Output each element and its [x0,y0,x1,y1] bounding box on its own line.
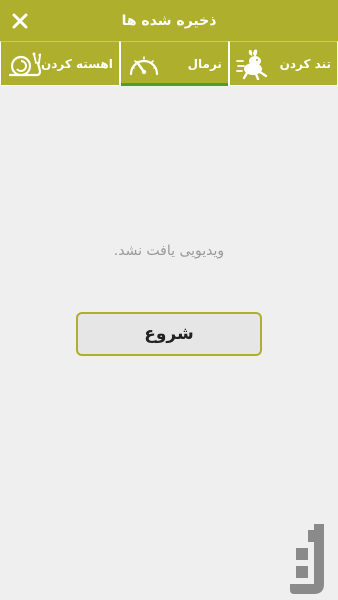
speedometer-icon [127,47,161,81]
close-button[interactable] [8,9,32,33]
empty-state-message: ویدیویی یافت نشد. [113,243,225,259]
page-title: ذخیره شده ها [121,12,217,29]
tab-fast-label: تند کردن [279,56,331,71]
tab-fast[interactable]: تند کردن [228,41,338,86]
tab-slow-label: اهسته کردن [41,56,113,71]
snail-icon [7,47,41,81]
tab-normal-label: نرمال [187,56,222,71]
start-button[interactable]: شروع [76,312,262,356]
close-icon [12,13,28,29]
bazaar-logo-icon [286,522,332,596]
tab-slow[interactable]: اهسته کردن [0,41,120,86]
tab-normal[interactable]: نرمال [119,41,229,86]
app-header: ذخیره شده ها [0,0,338,41]
speed-tabs: اهسته کردن نرمال تند کردن [0,41,338,86]
running-rabbit-icon [236,47,270,81]
